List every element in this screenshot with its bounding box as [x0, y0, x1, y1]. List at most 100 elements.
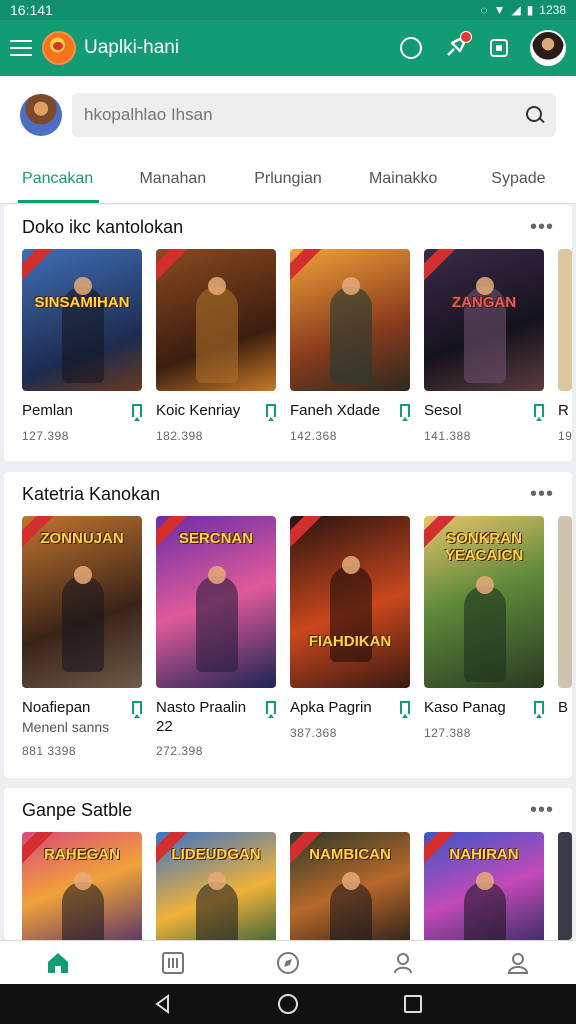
- card-title: Pemlan: [22, 402, 73, 419]
- nav-profile[interactable]: [461, 941, 576, 984]
- game-card[interactable]: SERCNAN Nasto Praalin 22 272.398: [156, 516, 276, 758]
- card-count: 142.368: [290, 429, 337, 443]
- app-title: Uaplki-hani: [84, 37, 180, 58]
- more-icon[interactable]: •••: [530, 483, 554, 506]
- bookmark-icon[interactable]: [266, 404, 276, 421]
- app-bar: Uaplki-hani: [0, 20, 576, 76]
- nav-grid[interactable]: [115, 941, 230, 984]
- tab-sypade[interactable]: Sypade: [461, 154, 576, 203]
- nav-home[interactable]: [0, 941, 115, 984]
- bookmark-icon[interactable]: [400, 701, 410, 718]
- game-thumbnail: NAMBICAN: [290, 832, 410, 940]
- game-thumbnail: SINSAMIHAN: [22, 249, 142, 391]
- profile-icon: [508, 952, 529, 974]
- game-card[interactable]: SONKRAN YEACAICN Kaso Panag 127.388: [424, 516, 544, 758]
- card-title: B: [558, 699, 569, 716]
- search-icon[interactable]: [526, 106, 544, 124]
- bookmark-icon[interactable]: [534, 404, 544, 421]
- bookmark-icon[interactable]: [266, 701, 276, 718]
- home-icon: [47, 952, 68, 973]
- card-title: Sesol: [424, 402, 462, 419]
- notification-badge: [460, 31, 472, 43]
- back-icon[interactable]: [152, 993, 174, 1015]
- alarm-icon: ◌: [480, 3, 488, 17]
- game-thumbnail: RAHEGAN: [22, 832, 142, 940]
- game-thumbnail: LIDEUDGAN: [156, 832, 276, 940]
- home-button-icon[interactable]: [277, 993, 299, 1015]
- chat-icon[interactable]: [398, 35, 424, 61]
- card-count: 881 3398: [22, 744, 77, 758]
- card-title: Koic Kenriay: [156, 402, 241, 419]
- search-bar[interactable]: [72, 93, 556, 137]
- bookmark-icon[interactable]: [534, 701, 544, 718]
- tab-prlungian[interactable]: Prlungian: [230, 154, 345, 203]
- menu-icon[interactable]: [10, 40, 32, 56]
- recents-icon[interactable]: [402, 993, 424, 1015]
- tab-manahan[interactable]: Manahan: [115, 154, 230, 203]
- game-thumbnail: [558, 249, 572, 391]
- status-right-text: 1238: [539, 3, 566, 17]
- nav-compass[interactable]: [230, 941, 345, 984]
- bookmark-icon[interactable]: [132, 701, 142, 718]
- game-card[interactable]: NAHIRAN: [424, 832, 544, 940]
- nav-community[interactable]: [346, 941, 461, 984]
- game-card[interactable]: Koic Kenriay 182.398: [156, 249, 276, 443]
- tab-pancakan[interactable]: Pancakan: [0, 154, 115, 203]
- avatar[interactable]: [530, 30, 566, 66]
- search-input[interactable]: [84, 105, 526, 125]
- game-thumbnail: [558, 832, 572, 940]
- card-title: R: [558, 402, 569, 419]
- more-icon[interactable]: •••: [530, 799, 554, 822]
- card-count: 141.388: [424, 429, 471, 443]
- game-card-peek[interactable]: B: [558, 516, 572, 758]
- card-subtitle: 22: [156, 718, 173, 735]
- card-count: 127.398: [22, 429, 69, 443]
- section-1: Doko ikc kantolokan ••• SINSAMIHAN Pemla…: [4, 205, 572, 461]
- game-card[interactable]: Faneh Xdade 142.368: [290, 249, 410, 443]
- system-nav-bar: [0, 984, 576, 1024]
- game-thumbnail: [156, 249, 276, 391]
- card-count: 387.368: [290, 726, 337, 740]
- card-count: 182.398: [156, 429, 203, 443]
- game-card-peek[interactable]: [558, 832, 572, 940]
- section-title: Katetria Kanokan: [22, 483, 161, 504]
- game-thumbnail: SONKRAN YEACAICN: [424, 516, 544, 688]
- section-3: Ganpe Satble ••• RAHEGAN LIDEUDGAN NAMBI…: [4, 788, 572, 940]
- bookmark-icon[interactable]: [132, 404, 142, 421]
- card-title: Faneh Xdade: [290, 402, 381, 419]
- tab-mainakko[interactable]: Mainakko: [346, 154, 461, 203]
- card-subtitle: Menenl sanns: [22, 719, 110, 735]
- game-card[interactable]: RAHEGAN: [22, 832, 142, 940]
- game-thumbnail: FIAHDIKAN: [290, 516, 410, 688]
- card-count: 272.398: [156, 744, 203, 758]
- signal-icon: ▼: [493, 3, 506, 17]
- card-title: Noafiepan: [22, 699, 91, 716]
- game-card-peek[interactable]: R 19: [558, 249, 572, 443]
- user-avatar[interactable]: [20, 94, 62, 136]
- game-card[interactable]: NAMBICAN: [290, 832, 410, 940]
- bookmark-icon[interactable]: [400, 404, 410, 421]
- game-thumbnail: ZONNUJAN: [22, 516, 142, 688]
- game-thumbnail: [558, 516, 572, 688]
- game-card[interactable]: LIDEUDGAN: [156, 832, 276, 940]
- card-count: 127.388: [424, 726, 471, 740]
- game-card[interactable]: ZANGAN Sesol 141.388: [424, 249, 544, 443]
- community-icon: [394, 952, 413, 973]
- square-icon[interactable]: [486, 35, 512, 61]
- rocket-icon[interactable]: [442, 31, 472, 61]
- game-card[interactable]: ZONNUJAN Noafiepan Menenl sanns 881 3398: [22, 516, 142, 758]
- game-card[interactable]: FIAHDIKAN Apka Pagrin 387.368: [290, 516, 410, 758]
- battery-icon: ▮: [526, 3, 534, 17]
- game-thumbnail: [290, 249, 410, 391]
- card-title: Nasto Praalin: [156, 699, 247, 716]
- wifi-icon: ◢: [511, 3, 521, 17]
- more-icon[interactable]: •••: [530, 216, 554, 239]
- status-bar: 16:141 ◌ ▼ ◢ ▮ 1238: [0, 0, 576, 20]
- game-card[interactable]: SINSAMIHAN Pemlan 127.398: [22, 249, 142, 443]
- section-title: Doko ikc kantolokan: [22, 216, 184, 237]
- grid-icon: [161, 951, 184, 974]
- section-2: Katetria Kanokan ••• ZONNUJAN Noafiepan …: [4, 472, 572, 778]
- card-title: Kaso Panag: [424, 699, 506, 716]
- bottom-nav: [0, 940, 576, 984]
- section-title: Ganpe Satble: [22, 799, 133, 820]
